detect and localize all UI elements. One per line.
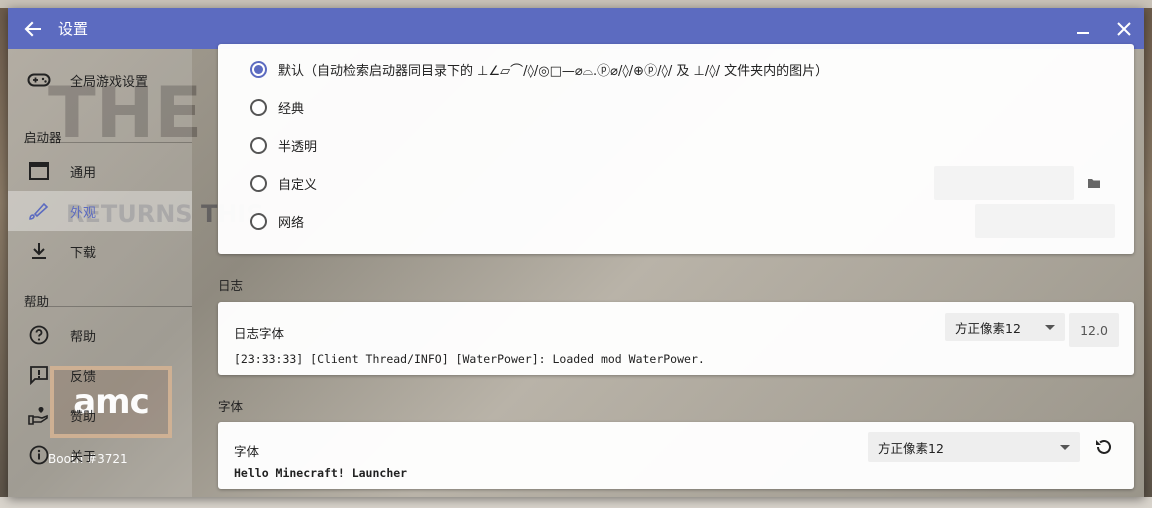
log-font-size-field[interactable]: 12.0	[1069, 313, 1119, 347]
chevron-down-icon	[1060, 445, 1070, 450]
log-font-label: 日志字体	[234, 326, 285, 341]
sidebar-header-launcher: 启动器	[24, 130, 62, 145]
font-select-value: 方正像素12	[878, 440, 944, 456]
minimize-button[interactable]	[1063, 8, 1103, 49]
arrow-left-icon	[24, 21, 41, 36]
sidebar-header-help: 帮助	[24, 294, 50, 309]
download-icon	[8, 242, 70, 260]
sidebar-item-global-game-settings[interactable]: 全局游戏设置	[8, 60, 192, 100]
desktop-strip-top	[0, 0, 1152, 8]
log-font-select-value: 方正像素12	[955, 320, 1021, 336]
restore-icon	[1096, 439, 1111, 454]
feedback-icon	[8, 365, 70, 385]
font-preview: Hello Minecraft! Launcher	[234, 466, 408, 480]
font-section-title: 字体	[218, 399, 244, 414]
radio-default[interactable]: 默认（自动检索启动器同目录下的 ⊥∠▱⌒/◊/◎□—⌀⌓.ⓟ⌀/◊/⊕ⓟ/◊/ …	[250, 57, 828, 81]
sidebar-item-label: 外观	[70, 205, 97, 221]
radio-label: 默认（自动检索启动器同目录下的 ⊥∠▱⌒/◊/◎□—⌀⌓.ⓟ⌀/◊/⊕ⓟ/◊/ …	[278, 63, 829, 79]
radio-button[interactable]	[250, 136, 267, 154]
radio-label: 自定义	[278, 177, 318, 193]
info-icon	[8, 445, 70, 465]
sidebar-divider	[24, 306, 192, 307]
chevron-down-icon	[1045, 325, 1055, 330]
radio-network[interactable]: 网络	[250, 209, 304, 233]
window-title: 设置	[58, 20, 89, 38]
close-icon	[1117, 21, 1131, 36]
title-bar: 设置	[8, 8, 1144, 49]
radio-button[interactable]	[250, 98, 267, 116]
custom-path-field[interactable]	[934, 166, 1074, 200]
sidebar-item-label: 关于	[70, 449, 97, 465]
sidebar-item-label: 帮助	[70, 329, 97, 345]
radio-button[interactable]	[250, 174, 267, 192]
open-folder-button[interactable]	[1082, 172, 1106, 194]
sidebar-item-about[interactable]: 关于	[8, 435, 192, 475]
minimize-icon	[1077, 31, 1089, 34]
desktop-strip-bottom	[0, 497, 1152, 508]
log-section-title: 日志	[218, 278, 244, 293]
radio-label: 网络	[278, 215, 305, 231]
help-circle-icon	[8, 325, 70, 345]
brush-icon	[8, 201, 70, 221]
radio-label: 半透明	[278, 139, 318, 155]
sidebar-item-help[interactable]: 帮助	[8, 315, 192, 355]
close-button[interactable]	[1104, 8, 1144, 49]
sidebar-item-label: 全局游戏设置	[70, 74, 149, 90]
sidebar-item-sponsor[interactable]: 赞助	[8, 395, 192, 435]
back-button[interactable]	[8, 8, 58, 49]
sidebar-item-general[interactable]: 通用	[8, 151, 192, 191]
sidebar-divider	[24, 142, 192, 143]
sponsor-hand-icon	[8, 405, 70, 425]
log-font-card: 日志字体 方正像素12 12.0 [23:33:33] [Client Thre…	[218, 302, 1134, 375]
sidebar-item-appearance[interactable]: 外观	[8, 191, 192, 231]
reset-font-button[interactable]	[1090, 433, 1118, 461]
folder-icon	[1088, 179, 1100, 188]
radio-button[interactable]	[250, 60, 267, 78]
settings-window: THE WALKING DEAD RETURNS THIS amc Booth …	[8, 8, 1144, 497]
radio-button[interactable]	[250, 212, 267, 230]
sidebar-item-download[interactable]: 下载	[8, 231, 192, 271]
network-url-field[interactable]	[975, 204, 1115, 238]
sidebar-item-label: 通用	[70, 165, 97, 181]
window-icon	[8, 162, 70, 180]
radio-classic[interactable]: 经典	[250, 95, 304, 119]
sidebar-item-feedback[interactable]: 反馈	[8, 355, 192, 395]
gamepad-icon	[8, 71, 70, 89]
sidebar-item-label: 下载	[70, 245, 97, 261]
background-settings-card: 默认（自动检索启动器同目录下的 ⊥∠▱⌒/◊/◎□—⌀⌓.ⓟ⌀/◊/⊕ⓟ/◊/ …	[218, 44, 1134, 254]
radio-label: 经典	[278, 101, 305, 117]
font-select[interactable]: 方正像素12	[868, 432, 1080, 462]
sidebar-item-label: 赞助	[70, 409, 97, 425]
sidebar: 全局游戏设置 启动器 通用 外观 下载 帮助 帮助 反馈 赞助 关于	[8, 49, 192, 497]
font-card: 字体 方正像素12 Hello Minecraft! Launcher	[218, 422, 1134, 489]
radio-translucent[interactable]: 半透明	[250, 133, 317, 157]
log-font-preview: [23:33:33] [Client Thread/INFO] [WaterPo…	[234, 352, 705, 366]
radio-custom[interactable]: 自定义	[250, 171, 317, 195]
log-font-select[interactable]: 方正像素12	[945, 313, 1065, 341]
font-label: 字体	[234, 444, 260, 459]
sidebar-item-label: 反馈	[70, 369, 97, 385]
